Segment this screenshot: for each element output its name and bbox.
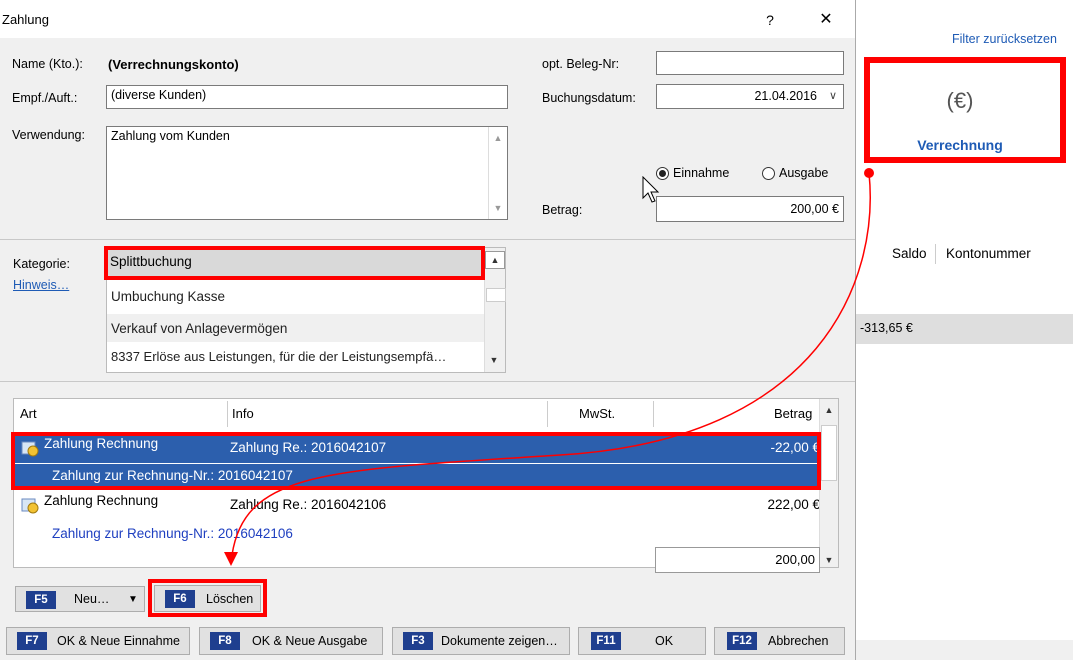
kategorie-label: Kategorie: [13, 257, 70, 271]
scroll-down-icon[interactable]: ▼ [489, 203, 507, 213]
empf-input[interactable]: (diverse Kunden) [106, 85, 508, 109]
name-value: (Verrechnungskonto) [108, 57, 239, 72]
table-row[interactable]: Zahlung Rechnung Zahlung Re.: 2016042106… [14, 490, 820, 520]
fkey-badge: F12 [727, 632, 757, 650]
hinweis-link[interactable]: Hinweis… [13, 278, 69, 292]
column-header-saldo[interactable]: Saldo [892, 246, 927, 261]
fkey-badge: F7 [17, 632, 47, 650]
filter-reset-link[interactable]: Filter zurücksetzen [952, 32, 1057, 46]
fkey-badge: F5 [26, 591, 56, 609]
dialog-title: Zahlung [2, 12, 49, 27]
fkey-badge: F3 [403, 632, 433, 650]
column-header-art[interactable]: Art [20, 401, 37, 427]
empf-label: Empf./Auft.: [12, 91, 78, 105]
row-art: Zahlung Rechnung [44, 493, 159, 508]
betrag-label: Betrag: [542, 203, 583, 217]
verwendung-label: Verwendung: [12, 128, 85, 142]
neu-dropdown-button[interactable]: F5 Neu… ▼ [15, 586, 145, 612]
datum-value: 21.04.2016 [754, 89, 817, 103]
kategorie-selected-item[interactable]: Splittbuchung [104, 246, 485, 280]
column-header-betrag[interactable]: Betrag [774, 401, 812, 427]
fkey-badge: F11 [591, 632, 621, 650]
ok-button[interactable]: F11 OK [578, 627, 706, 655]
name-label: Name (Kto.): [12, 57, 83, 71]
fkey-badge: F8 [210, 632, 240, 650]
column-separator [935, 244, 936, 264]
neu-label: Neu… [74, 592, 110, 606]
kategorie-scrollbar[interactable]: ▲ ▼ [484, 248, 506, 372]
list-item[interactable]: Umbuchung Kasse [107, 282, 485, 312]
close-button[interactable]: ✕ [812, 8, 840, 32]
chevron-down-icon[interactable]: ∨ [829, 87, 837, 106]
verwendung-scrollbar[interactable]: ▲ ▼ [488, 127, 507, 219]
background-statusbar [856, 640, 1073, 660]
selected-row-highlight [11, 432, 821, 490]
scroll-up-icon[interactable]: ▲ [485, 251, 505, 269]
column-header-kontonummer[interactable]: Kontonummer [946, 246, 1031, 261]
datum-picker[interactable]: 21.04.2016 ∨ [656, 84, 844, 109]
ok-neue-ausgabe-button[interactable]: F8 OK & Neue Ausgabe [199, 627, 383, 655]
column-separator [227, 401, 228, 427]
radio-ausgabe[interactable] [762, 167, 775, 180]
loeschen-highlight [148, 579, 267, 617]
section-divider [0, 381, 855, 382]
abbrechen-button[interactable]: F12 Abbrechen [714, 627, 845, 655]
column-header-mwst[interactable]: MwSt. [579, 401, 615, 427]
euro-exchange-icon: (€) [946, 88, 974, 113]
table-row[interactable]: Zahlung zur Rechnung-Nr.: 2016042106 [14, 520, 820, 548]
verwendung-textarea[interactable]: Zahlung vom Kunden ▲ ▼ [106, 126, 508, 220]
betrag-input[interactable]: 200,00 € [656, 196, 844, 222]
ok-label: OK [655, 634, 674, 648]
table-scrollbar[interactable]: ▲ ▼ [819, 399, 838, 567]
datum-label: Buchungsdatum: [542, 91, 636, 105]
row-info: Zahlung Re.: 2016042106 [230, 497, 387, 512]
help-button[interactable]: ? [758, 8, 782, 32]
scroll-thumb[interactable] [821, 425, 837, 481]
list-item[interactable]: 8337 Erlöse aus Leistungen, für die der … [107, 342, 485, 372]
sum-field: 200,00 [655, 547, 820, 573]
scroll-down-icon[interactable]: ▼ [485, 352, 503, 368]
ok-neue-einnahme-button[interactable]: F7 OK & Neue Einnahme [6, 627, 190, 655]
invoice-icon [21, 498, 39, 514]
dokumente-zeigen-button[interactable]: F3 Dokumente zeigen… [392, 627, 570, 655]
dialog-titlebar[interactable] [0, 0, 855, 38]
abbrechen-label: Abbrechen [768, 634, 829, 648]
scroll-up-icon[interactable]: ▲ [820, 405, 838, 415]
verwendung-text: Zahlung vom Kunden [111, 129, 230, 143]
scroll-up-icon[interactable]: ▲ [489, 133, 507, 143]
ok-neue-ausgabe-label: OK & Neue Ausgabe [252, 634, 368, 648]
radio-einnahme-label[interactable]: Einnahme [673, 166, 729, 180]
list-item[interactable]: Verkauf von Anlagevermögen [107, 314, 485, 344]
dokumente-zeigen-label: Dokumente zeigen… [441, 634, 558, 648]
verrechnung-label: Verrechnung [917, 137, 1003, 153]
column-header-info[interactable]: Info [232, 401, 254, 427]
section-divider [0, 239, 855, 240]
column-separator [547, 401, 548, 427]
caret-down-icon: ▼ [128, 593, 138, 605]
column-separator [653, 401, 654, 427]
ok-neue-einnahme-label: OK & Neue Einnahme [57, 634, 180, 648]
background-row-value: -313,65 € [860, 321, 913, 335]
row-betrag: 222,00 € [767, 497, 820, 512]
selected-item-label: Splittbuchung [110, 254, 192, 269]
scroll-thumb[interactable] [486, 288, 506, 302]
row-subtext: Zahlung zur Rechnung-Nr.: 2016042106 [52, 526, 293, 541]
beleg-label: opt. Beleg-Nr: [542, 57, 620, 71]
beleg-input[interactable] [656, 51, 844, 75]
radio-ausgabe-label[interactable]: Ausgabe [779, 166, 828, 180]
scroll-down-icon[interactable]: ▼ [820, 555, 838, 565]
